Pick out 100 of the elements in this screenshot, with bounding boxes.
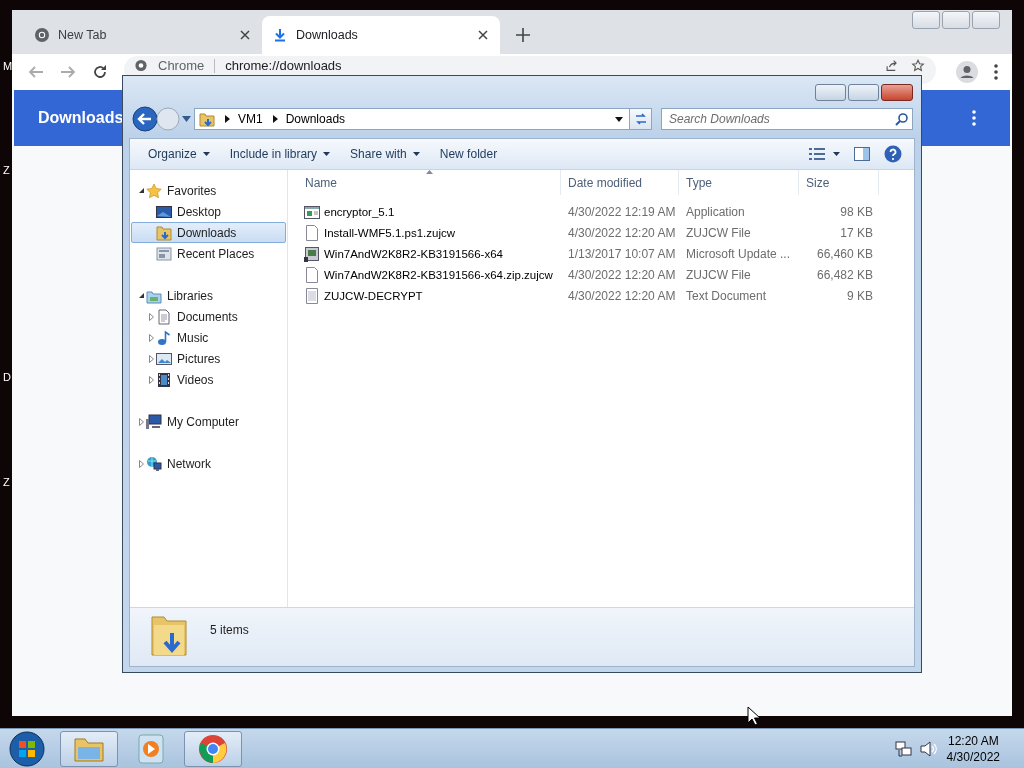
dropdown-icon[interactable]: [615, 116, 623, 122]
desktop-icon-label[interactable]: Z: [3, 476, 10, 488]
share-icon[interactable]: [884, 59, 900, 72]
table-cell-text: 4/30/2022 12:20 AM: [567, 267, 677, 282]
page-title: Downloads: [38, 109, 124, 127]
table-cell-text: 66,482 KB: [815, 267, 874, 282]
search-box[interactable]: Search Downloads: [661, 108, 913, 130]
breadcrumb-item[interactable]: VM1: [238, 112, 263, 126]
file-name[interactable]: encryptor_5.1: [298, 203, 561, 220]
folder-icon: [199, 111, 215, 127]
refresh-button[interactable]: [630, 108, 652, 130]
maximize-button[interactable]: [848, 84, 879, 101]
table-cell-text: Microsoft Update ...: [685, 246, 792, 261]
tree-item[interactable]: Desktop: [131, 201, 286, 222]
table-cell-text: 9 KB: [846, 288, 874, 303]
taskbar-button[interactable]: [60, 730, 118, 767]
application-icon: [304, 203, 320, 220]
menu-icon[interactable]: [972, 110, 976, 126]
file-name[interactable]: Win7AndW2K8R2-KB3191566-x64.zip.zujcw: [298, 266, 561, 283]
expand-arrow-icon[interactable]: [148, 375, 155, 384]
tree-item[interactable]: Libraries: [131, 285, 286, 306]
column-header[interactable]: Type: [679, 170, 799, 195]
tree-item[interactable]: Downloads: [131, 222, 286, 243]
tree-item[interactable]: Documents: [131, 306, 286, 327]
minimize-button[interactable]: [815, 84, 846, 101]
expand-arrow-icon[interactable]: [148, 312, 155, 321]
column-header[interactable]: Name: [298, 170, 561, 195]
folder-icon: [156, 224, 172, 241]
volume-icon[interactable]: [918, 739, 937, 758]
close-icon[interactable]: [478, 30, 488, 40]
tree-item[interactable]: Videos: [131, 369, 286, 390]
computer-icon: [146, 413, 162, 430]
tree-item[interactable]: Music: [131, 327, 286, 348]
expand-arrow-icon[interactable]: [148, 354, 155, 363]
download-icon: [272, 27, 288, 43]
search-icon[interactable]: [895, 112, 908, 126]
breadcrumb-item[interactable]: Downloads: [285, 112, 346, 126]
tree-item[interactable]: Favorites: [131, 180, 286, 201]
view-icon[interactable]: [809, 147, 825, 161]
close-button[interactable]: [881, 84, 913, 101]
caret-icon[interactable]: [833, 152, 840, 156]
media-player-icon: [135, 732, 167, 765]
expand-arrow-icon[interactable]: [138, 459, 145, 468]
expand-arrow-icon[interactable]: [148, 333, 155, 342]
collapse-arrow-icon[interactable]: [138, 186, 145, 195]
start-orb-icon[interactable]: [9, 730, 45, 767]
file-name[interactable]: Install-WMF5.1.ps1.zujcw: [298, 224, 561, 241]
profile-icon[interactable]: [956, 61, 978, 83]
installer-icon: [304, 245, 320, 262]
item-count: 5 items: [210, 623, 249, 637]
folder-icon: [150, 613, 188, 657]
desktop-icon-label[interactable]: D: [3, 371, 11, 383]
tree-item[interactable]: Network: [131, 453, 286, 474]
back-icon[interactable]: [132, 106, 158, 132]
toolbar-button[interactable]: New folder: [429, 143, 508, 165]
address-bar[interactable]: VM1 Downloads: [194, 108, 630, 130]
desktop-icon-label[interactable]: Z: [3, 164, 10, 176]
text-file-icon: [304, 287, 320, 304]
table-cell-text: 4/30/2022 12:20 AM: [567, 288, 677, 303]
file-icon: [304, 266, 320, 283]
collapse-arrow-icon[interactable]: [138, 291, 145, 300]
arrow-icon: [272, 115, 278, 123]
preview-pane-icon[interactable]: [854, 147, 870, 161]
tree-item[interactable]: Recent Places: [131, 243, 286, 264]
taskbar-button[interactable]: [184, 730, 242, 767]
help-icon[interactable]: [884, 145, 902, 163]
document-icon: [156, 308, 172, 325]
close-icon[interactable]: [240, 30, 250, 40]
browser-tab[interactable]: New Tab: [24, 16, 262, 54]
expand-arrow-icon[interactable]: [138, 417, 145, 426]
tree-item[interactable]: My Computer: [131, 411, 286, 432]
star-icon[interactable]: [910, 59, 926, 72]
browser-tab[interactable]: Downloads: [262, 16, 500, 54]
new-tab-icon[interactable]: [516, 28, 530, 42]
search-field[interactable]: Search Downloads: [662, 112, 895, 126]
desktop-icon-label[interactable]: M: [3, 60, 13, 72]
column-header[interactable]: Date modified: [561, 170, 679, 195]
table-cell-text: Text Document: [685, 288, 768, 303]
toolbar-button[interactable]: Share with: [340, 143, 430, 165]
file-name[interactable]: Win7AndW2K8R2-KB3191566-x64: [298, 245, 561, 262]
toolbar-button[interactable]: Include in library: [219, 143, 341, 165]
reload-icon[interactable]: [92, 64, 108, 80]
table-cell-text: 1/13/2017 10:07 AM: [567, 246, 677, 261]
chrome-logo-icon: [197, 732, 229, 765]
arrow-icon: [225, 115, 230, 123]
music-note-icon: [156, 329, 172, 346]
menu-icon[interactable]: [994, 64, 998, 80]
table-cell-text: 98 KB: [839, 204, 874, 219]
table-cell-text: 4/30/2022 12:19 AM: [567, 204, 677, 219]
table-cell-text: ZUJCW File: [685, 225, 752, 240]
table-cell-text: 4/30/2022 12:20 AM: [567, 225, 677, 240]
refresh-icon: [633, 112, 648, 126]
clock[interactable]: 12:20 AM 4/30/2022: [946, 732, 1000, 765]
star-icon: [146, 182, 162, 199]
tree-item[interactable]: Pictures: [131, 348, 286, 369]
table-cell-text: 17 KB: [839, 225, 874, 240]
column-header[interactable]: Size: [799, 170, 879, 195]
file-name[interactable]: ZUJCW-DECRYPT: [298, 287, 561, 304]
toolbar-button[interactable]: Organize: [138, 143, 220, 165]
network-icon[interactable]: [894, 739, 913, 758]
